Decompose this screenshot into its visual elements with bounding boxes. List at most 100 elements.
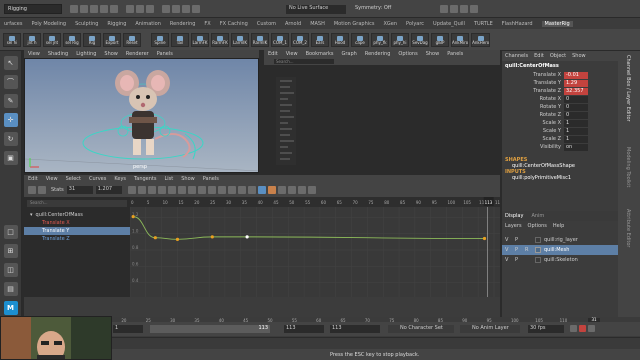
shelf-button[interactable]: jnt h [23, 32, 41, 47]
attribute-value[interactable]: 1.29 [564, 79, 588, 87]
symmetry-dropdown[interactable]: Symmetry: Off [352, 5, 412, 14]
step-tangent-icon[interactable] [197, 186, 206, 194]
rotate-tool-icon[interactable]: ↻ [3, 132, 18, 146]
select-object-icon[interactable] [136, 5, 144, 13]
shelf-tab[interactable]: FlashHazard [502, 21, 533, 27]
shelf-tab[interactable]: XGen [383, 21, 397, 27]
layer-visibility-toggle[interactable]: V [505, 247, 515, 253]
anim-layer-dropdown[interactable]: No Anim Layer [460, 325, 520, 333]
shelf-button[interactable]: glBP [431, 32, 449, 47]
curve-key[interactable] [153, 236, 157, 240]
shelf-button[interactable]: COM_2 [291, 32, 309, 47]
shelf-tab[interactable]: FX Caching [220, 21, 248, 27]
shelf-button[interactable]: Ears [311, 32, 329, 47]
shelf-tab[interactable]: Sculpting [75, 21, 98, 27]
snap-view-icon[interactable] [192, 5, 200, 13]
shelf-button[interactable]: phy_fk [371, 32, 389, 47]
range-start-field[interactable]: 1 [113, 325, 143, 333]
hypershade-icon[interactable] [470, 5, 478, 13]
layer-row[interactable]: V P quill:Skeleton [502, 255, 618, 265]
curve-key[interactable] [245, 235, 249, 239]
attribute-value[interactable]: 0 [564, 95, 588, 103]
node-editor-menu-item[interactable]: Edit [268, 51, 278, 57]
node-editor-menu-item[interactable]: Rendering [365, 51, 391, 57]
graph-menu-item[interactable]: View [46, 176, 58, 182]
shelf-button[interactable]: Hood [331, 32, 349, 47]
attribute-row[interactable]: Scale Y1 [502, 127, 618, 135]
input-node-name[interactable]: quill:polyPrimitiveMisc1 [502, 175, 618, 181]
outline-item-root[interactable]: ▾ quill:CenterOfMass [24, 211, 130, 219]
lasso-tool-icon[interactable]: ⌒ [3, 75, 18, 89]
layer-tab-display[interactable]: Display [505, 213, 523, 219]
frame-all-icon[interactable] [127, 186, 136, 194]
shelf-tab[interactable]: Rigging [107, 21, 126, 27]
shelf-button[interactable]: SevDag [411, 32, 429, 47]
viewport-menu-item[interactable]: Show [104, 51, 118, 57]
shelf-button[interactable]: Tail [171, 32, 189, 47]
select-component-icon[interactable] [146, 5, 154, 13]
attribute-editor-side-tab[interactable]: Attribute Editor [625, 209, 631, 267]
save-scene-icon[interactable] [90, 5, 98, 13]
plateau-tangent-icon[interactable] [207, 186, 216, 194]
auto-tangent-icon[interactable] [147, 186, 156, 194]
shelf-tab-masterrig[interactable]: MasterRig [541, 20, 573, 27]
layer-playback-toggle[interactable]: P [515, 247, 525, 253]
shelf-tab[interactable]: FX [204, 21, 210, 27]
shelf-button[interactable]: Export [103, 32, 121, 47]
layer-row[interactable]: V P quill:rig_layer [502, 235, 618, 245]
layer-playback-toggle[interactable]: P [515, 257, 525, 263]
channel-box-side-tab[interactable]: Channel Box / Layer Editor [625, 55, 631, 141]
viewport-menu-item[interactable]: Panels [157, 51, 173, 57]
layout-two-icon[interactable]: ◫ [3, 263, 18, 277]
shelf-button[interactable]: sel Rig [63, 32, 81, 47]
ipr-render-icon[interactable] [450, 5, 458, 13]
shelf-button[interactable]: AnkMiro [451, 32, 470, 47]
expand-arrow-icon[interactable]: ▾ [30, 212, 33, 218]
select-hierarchy-icon[interactable] [126, 5, 134, 13]
trax-editor-icon[interactable] [307, 186, 316, 194]
outline-item-translate-y[interactable]: Translate Y [24, 227, 130, 235]
shelf-button[interactable]: Rig [83, 32, 101, 47]
range-end-field[interactable]: 113 [284, 325, 324, 333]
graph-menu-item[interactable]: List [164, 176, 173, 182]
fps-dropdown[interactable]: 30 fps [528, 325, 564, 333]
layer-color-swatch[interactable] [535, 247, 541, 253]
anim-end-field[interactable]: 113 [330, 325, 380, 333]
shelf-button[interactable]: RarmIK [251, 32, 269, 47]
viewport-menu-item[interactable]: Lighting [76, 51, 96, 57]
shelf-tab[interactable]: Poly Modeling [31, 21, 66, 27]
layout-four-icon[interactable]: ⊞ [3, 244, 18, 258]
break-tangent-icon[interactable] [217, 186, 226, 194]
node-editor-menu-item[interactable]: Panels [447, 51, 463, 57]
node-editor-menu-item[interactable]: Options [398, 51, 417, 57]
graph-menu-item[interactable]: Keys [114, 176, 126, 182]
attribute-row[interactable]: Rotate Y0 [502, 103, 618, 111]
menu-set-dropdown[interactable]: Rigging [4, 4, 62, 14]
pre-infinity-icon[interactable] [277, 186, 286, 194]
graph-menu-item[interactable]: Tangents [134, 176, 156, 182]
layer-menu-item[interactable]: Options [528, 223, 547, 229]
unify-tangent-icon[interactable] [227, 186, 236, 194]
node-search-input[interactable]: Search... [274, 59, 334, 64]
attribute-row[interactable]: Scale X1 [502, 119, 618, 127]
graph-curve-area[interactable]: 0 5 10 15 20 25 30 35 40 45 50 55 60 65 70 75 80 85 90 95 10… [130, 197, 500, 297]
attribute-row[interactable]: Translate Y 1.29 [502, 79, 618, 87]
undo-icon[interactable] [100, 5, 108, 13]
snap-curve-icon[interactable] [172, 5, 180, 13]
curve-key[interactable] [131, 215, 135, 219]
auto-key-icon[interactable] [579, 325, 586, 332]
attribute-value[interactable]: 32.357 [564, 87, 588, 95]
shelf-tab[interactable]: Custom [257, 21, 276, 27]
post-infinity-icon[interactable] [287, 186, 296, 194]
graph-menu-item[interactable]: Panels [203, 176, 219, 182]
node-editor-canvas[interactable] [264, 65, 500, 175]
graph-menu-item[interactable]: Select [66, 176, 81, 182]
node-editor-menu-item[interactable]: View [286, 51, 298, 57]
lock-weights-icon[interactable] [237, 186, 246, 194]
channel-menu-item[interactable]: Edit [534, 53, 544, 59]
render-icon[interactable] [440, 5, 448, 13]
anim-prefs-icon[interactable] [588, 325, 595, 332]
attribute-value[interactable]: 0 [564, 111, 588, 119]
attribute-row[interactable]: Visibility on [502, 143, 618, 151]
attribute-value[interactable]: on [564, 143, 588, 151]
